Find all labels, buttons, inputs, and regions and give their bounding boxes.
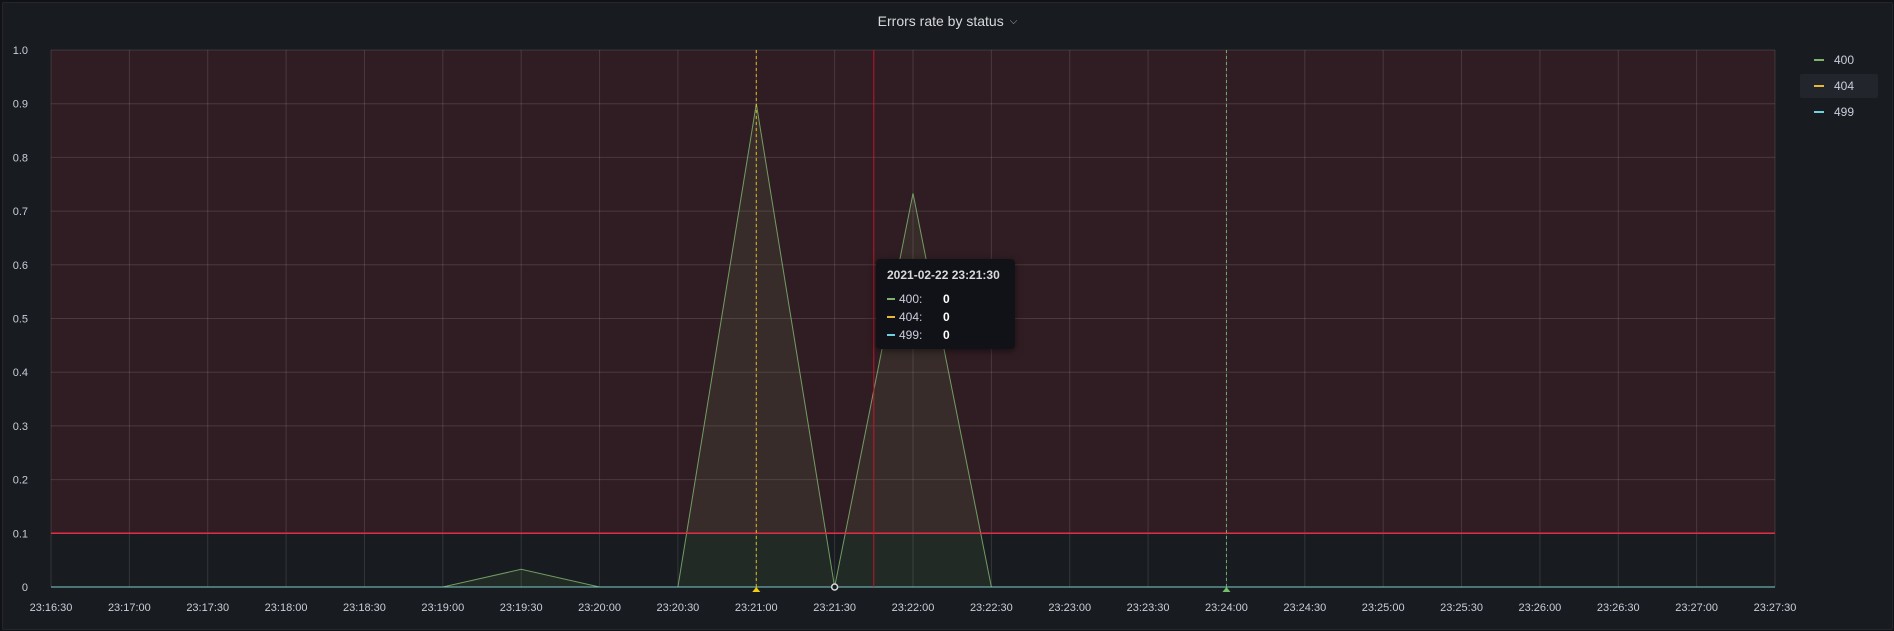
x-tick-label: 23:19:30 — [500, 602, 543, 614]
x-tick-label: 23:23:00 — [1048, 602, 1091, 614]
y-tick-label: 0.3 — [13, 421, 28, 433]
legend-swatch-icon — [1814, 85, 1824, 87]
x-tick-label: 23:20:30 — [656, 602, 699, 614]
series-point-400 — [913, 193, 914, 194]
y-tick-label: 1.0 — [13, 45, 28, 57]
y-tick-label: 0.9 — [13, 99, 28, 111]
y-tick-label: 0.6 — [13, 260, 28, 272]
x-tick-label: 23:24:00 — [1205, 602, 1248, 614]
x-tick-label: 23:17:00 — [108, 602, 151, 614]
tooltip-series-label: 400: — [899, 292, 923, 306]
series-point-499 — [1775, 587, 1776, 588]
x-tick-label: 23:23:30 — [1127, 602, 1170, 614]
tooltip-series-label: 499: — [899, 328, 923, 342]
x-tick-label: 23:25:00 — [1362, 602, 1405, 614]
tooltip-swatch-icon — [887, 334, 895, 336]
y-tick-label: 0.8 — [13, 152, 28, 164]
legend-swatch-icon — [1814, 111, 1824, 113]
legend-label: 404 — [1834, 79, 1855, 93]
legend-swatch-icon — [1814, 59, 1824, 61]
tooltip-row: 400: 0 — [887, 290, 1004, 308]
tooltip-swatch-icon — [887, 298, 895, 300]
y-tick-label: 0 — [22, 582, 28, 594]
legend-item-400[interactable]: 400 — [1800, 48, 1878, 72]
tooltip-row: 404: 0 — [887, 308, 1004, 326]
legend-label: 400 — [1834, 53, 1855, 67]
tooltip-series-value: 0 — [943, 310, 950, 324]
x-tick-label: 23:17:30 — [186, 602, 229, 614]
tooltip-time: 2021-02-22 23:21:30 — [887, 268, 1000, 282]
x-tick-label: 23:16:30 — [30, 602, 73, 614]
legend-label: 499 — [1834, 105, 1855, 119]
x-tick-label: 23:26:30 — [1597, 602, 1640, 614]
x-tick-label: 23:26:00 — [1518, 602, 1561, 614]
legend-item-499[interactable]: 499 — [1800, 100, 1878, 124]
x-tick-label: 23:19:00 — [421, 602, 464, 614]
x-tick-label: 23:18:00 — [265, 602, 308, 614]
x-tick-label: 23:18:30 — [343, 602, 386, 614]
y-tick-label: 0.1 — [13, 528, 28, 540]
tooltip-series-value: 0 — [943, 328, 950, 342]
x-tick-label: 23:27:00 — [1675, 602, 1718, 614]
legend: 400 404 499 — [1800, 48, 1878, 126]
y-tick-label: 0.5 — [13, 314, 28, 326]
x-tick-label: 23:27:30 — [1754, 602, 1797, 614]
y-tick-label: 0.4 — [13, 367, 28, 379]
x-tick-label: 23:21:00 — [735, 602, 778, 614]
series-point-499 — [51, 587, 52, 588]
annotation-marker-icon — [752, 587, 761, 592]
hover-point — [830, 583, 839, 591]
x-tick-label: 23:21:30 — [813, 602, 856, 614]
y-tick-label: 0.7 — [13, 206, 28, 218]
x-tick-label: 23:25:30 — [1440, 602, 1483, 614]
tooltip-series-label: 404: — [899, 310, 923, 324]
annotation-marker-icon — [1222, 587, 1231, 592]
legend-item-404[interactable]: 404 — [1800, 74, 1878, 98]
graph-tooltip: 2021-02-22 23:21:30 400: 0 404: 0 499: 0 — [876, 259, 1015, 349]
x-tick-label: 23:22:00 — [892, 602, 935, 614]
series-point-400 — [521, 569, 522, 570]
y-tick-label: 0.2 — [13, 475, 28, 487]
x-tick-label: 23:24:30 — [1283, 602, 1326, 614]
x-tick-label: 23:22:30 — [970, 602, 1013, 614]
tooltip-row: 499: 0 — [887, 326, 1004, 344]
tooltip-swatch-icon — [887, 316, 895, 318]
tooltip-series-value: 0 — [943, 292, 950, 306]
x-tick-label: 23:20:00 — [578, 602, 621, 614]
